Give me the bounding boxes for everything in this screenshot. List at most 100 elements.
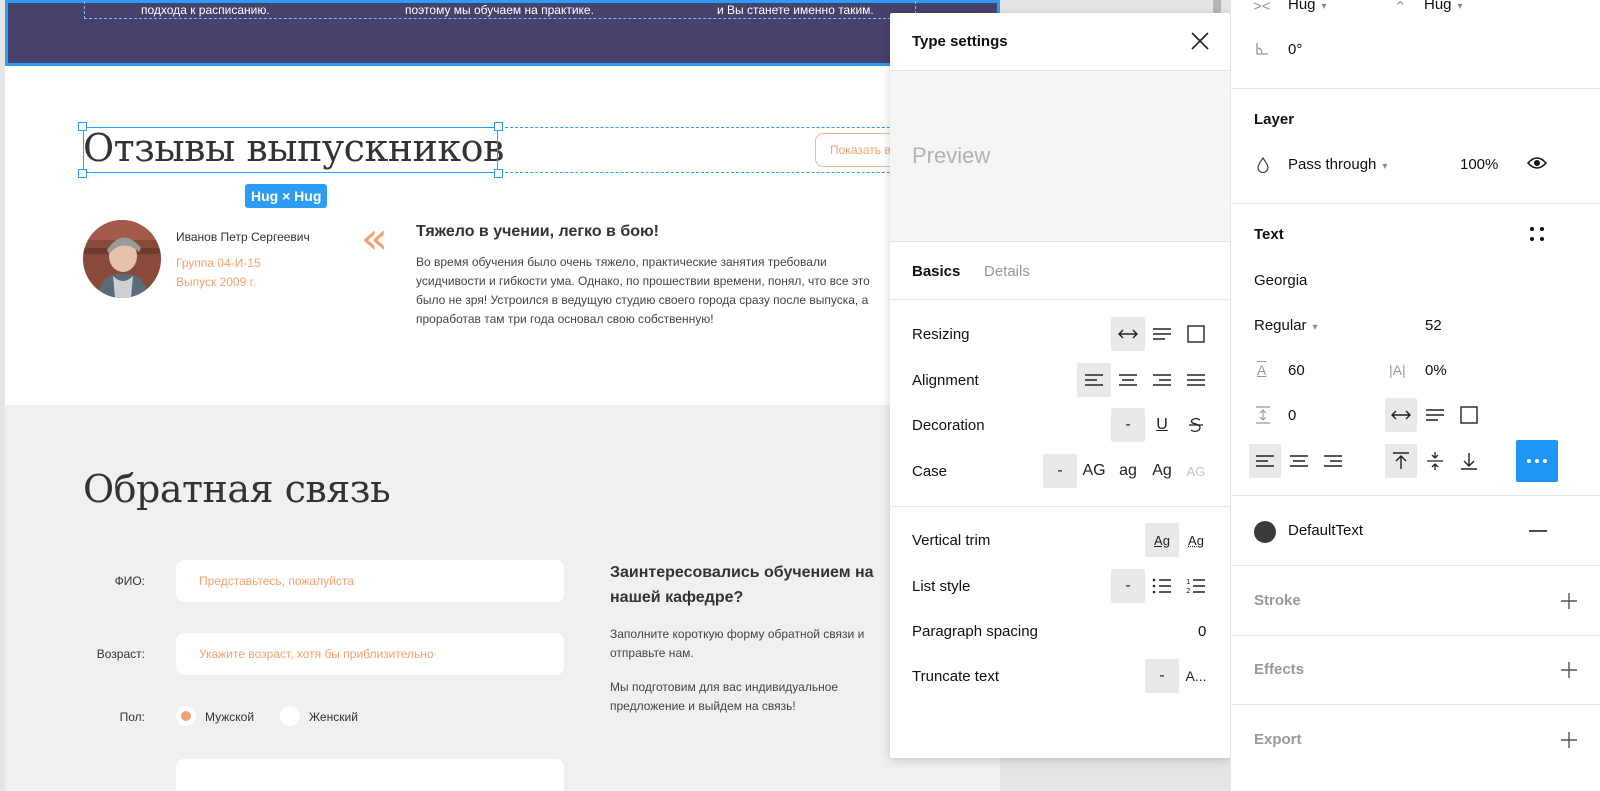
fixed-size-icon[interactable]: [1179, 317, 1213, 351]
artboard-frame[interactable]: подхода к расписанию. поэтому мы обучаем…: [5, 0, 1000, 791]
add-export-plus-icon[interactable]: [1560, 731, 1578, 749]
reviewer-group: Группа 04-И-15: [176, 256, 261, 270]
auto-height-icon[interactable]: [1145, 317, 1179, 351]
close-icon[interactable]: [1188, 29, 1212, 53]
banner-section[interactable]: подхода к расписанию. поэтому мы обучаем…: [5, 0, 1000, 66]
gender-female-radio[interactable]: [280, 706, 300, 726]
truncate-none-button[interactable]: -: [1145, 659, 1179, 693]
chevron-down-icon: ▾: [1322, 1, 1327, 12]
tab-basics[interactable]: Basics: [912, 263, 960, 280]
list-none-button[interactable]: -: [1111, 569, 1145, 603]
popup-tabs: Basics Details: [890, 242, 1230, 300]
tab-details[interactable]: Details: [984, 263, 1030, 280]
fixed-size-icon[interactable]: [1453, 398, 1485, 432]
bullet-list-icon[interactable]: [1145, 569, 1179, 603]
blend-mode-value: Pass through: [1288, 156, 1376, 173]
case-label: Case: [912, 463, 947, 480]
stroke-section-title[interactable]: Stroke: [1254, 592, 1301, 609]
decoration-label: Decoration: [912, 417, 985, 434]
auto-width-icon[interactable]: [1385, 398, 1417, 432]
fio-input[interactable]: [176, 560, 564, 602]
font-weight-dropdown[interactable]: Regular ▾: [1254, 317, 1318, 334]
vertical-resize-icon: ⌃: [1394, 0, 1407, 16]
align-justify-icon[interactable]: [1179, 363, 1213, 397]
reviewer-avatar: [83, 220, 161, 298]
decoration-none-button[interactable]: -: [1111, 408, 1145, 442]
svg-text:1: 1: [1186, 578, 1190, 586]
line-height-input[interactable]: 60: [1288, 362, 1305, 379]
banner-text-1: подхода к расписанию.: [141, 3, 270, 18]
rotation-icon: [1255, 42, 1269, 56]
align-left-icon[interactable]: [1077, 363, 1111, 397]
aside-text-1: Заполните короткую форму обратной связи …: [610, 625, 890, 663]
paragraph-spacing-value[interactable]: 0: [1198, 623, 1206, 640]
layer-section-title: Layer: [1254, 111, 1294, 128]
case-small-caps-button[interactable]: AG: [1179, 454, 1213, 488]
letter-spacing-icon: |A|: [1389, 362, 1406, 378]
fill-color-swatch[interactable]: [1254, 521, 1276, 543]
width-mode-value: Hug: [1288, 0, 1316, 13]
layer-opacity-input[interactable]: 100%: [1460, 156, 1498, 173]
add-stroke-plus-icon[interactable]: [1560, 592, 1578, 610]
align-middle-icon[interactable]: [1419, 444, 1451, 478]
trim-cap-height-button[interactable]: Ag: [1179, 523, 1213, 557]
type-settings-icon[interactable]: [1529, 226, 1545, 242]
minus-icon[interactable]: [1529, 530, 1547, 532]
vertical-trim-label: Vertical trim: [912, 532, 990, 549]
panel-divider: [1231, 495, 1600, 496]
align-left-icon[interactable]: [1249, 444, 1281, 478]
align-center-icon[interactable]: [1283, 444, 1315, 478]
add-effect-plus-icon[interactable]: [1560, 661, 1578, 679]
resize-handle-bottom-right[interactable]: [494, 169, 503, 178]
paragraph-spacing-input[interactable]: 0: [1288, 407, 1296, 424]
gender-male-radio[interactable]: [176, 706, 196, 726]
age-input[interactable]: [176, 633, 564, 675]
align-bottom-icon[interactable]: [1453, 444, 1485, 478]
truncate-ellipsis-button[interactable]: A...: [1179, 659, 1213, 693]
align-right-icon[interactable]: [1317, 444, 1349, 478]
font-size-input[interactable]: 52: [1425, 317, 1442, 334]
height-mode-dropdown[interactable]: Hug ▾: [1424, 0, 1463, 13]
chevron-down-icon: ▾: [1313, 322, 1318, 333]
panel-divider: [1231, 88, 1600, 89]
resize-handle-top-right[interactable]: [494, 122, 503, 131]
font-family-dropdown[interactable]: Georgia: [1254, 272, 1307, 289]
align-right-icon[interactable]: [1145, 363, 1179, 397]
resize-handle-bottom-left[interactable]: [78, 169, 87, 178]
fio-label: ФИО:: [75, 574, 145, 588]
case-none-button[interactable]: -: [1043, 454, 1077, 488]
strikethrough-icon[interactable]: [1179, 408, 1213, 442]
underline-icon[interactable]: U: [1145, 408, 1179, 442]
fill-style-name[interactable]: DefaultText: [1288, 522, 1363, 539]
more-options-button[interactable]: [1516, 440, 1558, 482]
effects-section-title[interactable]: Effects: [1254, 661, 1304, 678]
preview-area: Preview: [890, 71, 1230, 242]
width-mode-dropdown[interactable]: Hug ▾: [1288, 0, 1327, 13]
case-lowercase-button[interactable]: ag: [1111, 454, 1145, 488]
align-center-icon[interactable]: [1111, 363, 1145, 397]
rotation-input[interactable]: 0°: [1288, 41, 1302, 58]
age-label: Возраст:: [75, 647, 145, 661]
resize-handle-top-left[interactable]: [78, 122, 87, 131]
align-top-icon[interactable]: [1385, 444, 1417, 478]
canvas-scrollbar-thumb[interactable]: [1213, 0, 1221, 14]
quote-mark-icon: «: [361, 214, 388, 264]
aside-text-2: Мы подготовим для вас индивидуальное пре…: [610, 678, 890, 716]
aside-title: Заинтересовались обучением на нашей кафе…: [610, 560, 890, 610]
eye-icon[interactable]: [1527, 156, 1547, 170]
next-input-field[interactable]: [176, 759, 564, 791]
svg-text:2: 2: [1186, 587, 1190, 595]
letter-spacing-input[interactable]: 0%: [1425, 362, 1447, 379]
case-uppercase-button[interactable]: AG: [1077, 454, 1111, 488]
blend-mode-dropdown[interactable]: Pass through ▾: [1288, 156, 1387, 173]
auto-height-icon[interactable]: [1419, 398, 1451, 432]
properties-panel: >< Hug ▾ ⌃ Hug ▾ 0° Layer Pass through ▾ 10…: [1230, 0, 1600, 791]
popup-divider: [890, 506, 1230, 507]
auto-width-icon[interactable]: [1111, 317, 1145, 351]
export-section-title[interactable]: Export: [1254, 731, 1302, 748]
truncate-text-label: Truncate text: [912, 668, 999, 685]
case-title-button[interactable]: Ag: [1145, 454, 1179, 488]
trim-standard-button[interactable]: Ag: [1145, 523, 1179, 557]
numbered-list-icon[interactable]: 12: [1179, 569, 1213, 603]
gender-label: Пол:: [75, 710, 145, 724]
